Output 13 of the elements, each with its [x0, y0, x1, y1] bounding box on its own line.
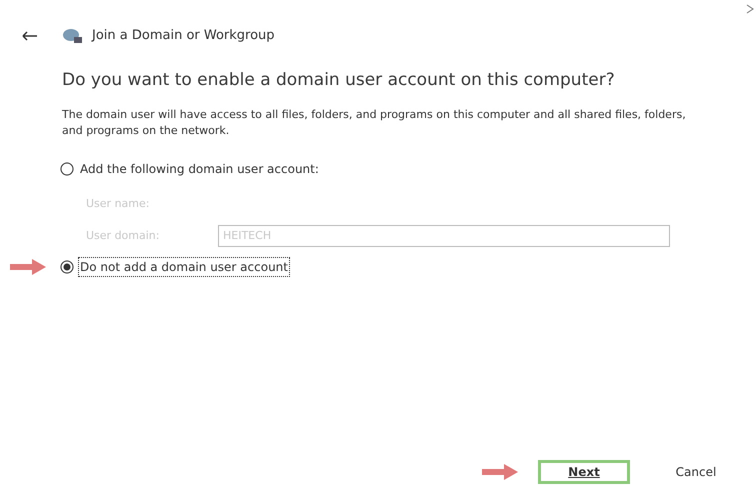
annotation-arrow-icon — [482, 464, 518, 480]
heading: Do you want to enable a domain user account on this computer? — [62, 68, 616, 92]
network-computer-icon — [62, 26, 84, 45]
next-button[interactable]: Next — [538, 460, 630, 484]
annotation-arrow-icon — [10, 259, 46, 275]
radio-button[interactable] — [60, 260, 74, 274]
radio-label[interactable]: Do not add a domain user account — [78, 257, 290, 277]
radio-label[interactable]: Add the following domain user account: — [78, 159, 321, 179]
radio-button[interactable] — [60, 162, 74, 176]
window-title: Join a Domain or Workgroup — [92, 27, 275, 45]
description: The domain user will have access to all files, folders, and programs on this computer and all shared files, folders, and programs on the network. — [62, 107, 687, 139]
close-icon[interactable] — [746, 4, 754, 14]
back-arrow-icon[interactable] — [22, 30, 38, 41]
